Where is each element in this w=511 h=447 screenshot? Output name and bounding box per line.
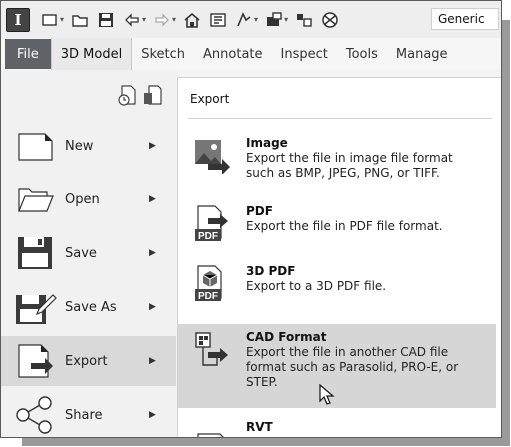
- menu-label-save-as: Save As: [65, 299, 117, 315]
- measure-icon[interactable]: [262, 8, 286, 32]
- menu-label-export: Export: [65, 353, 108, 369]
- menu-label-save: Save: [65, 245, 97, 261]
- project-icon[interactable]: [206, 8, 230, 32]
- open-documents-icon[interactable]: [141, 83, 163, 107]
- tab-file[interactable]: File: [5, 39, 51, 69]
- option-title: 3D PDF: [246, 264, 296, 278]
- save-as-icon: [16, 294, 57, 324]
- new-dropdown-icon[interactable]: ▾: [60, 15, 64, 24]
- ribbon-tabs: File 3D Model Sketch Annotate Inspect To…: [1, 38, 501, 70]
- submenu-arrow-icon: ▶: [149, 194, 156, 204]
- option-description: Export the file in PDF file format.: [246, 219, 443, 233]
- pdf-badge: PDF: [198, 231, 218, 242]
- recent-documents-toggle: [116, 83, 163, 107]
- redo-dropdown-icon[interactable]: ▾: [172, 15, 176, 24]
- option-description: Export the file in another CAD file form…: [246, 345, 459, 389]
- home-icon[interactable]: [180, 8, 204, 32]
- menu-item-share[interactable]: Share ▶: [13, 390, 173, 437]
- new-icon[interactable]: [38, 8, 62, 32]
- tab-tools[interactable]: Tools: [337, 38, 387, 70]
- tab-3d-model[interactable]: 3D Model: [50, 38, 133, 70]
- undo-dropdown-icon[interactable]: ▾: [142, 15, 146, 24]
- menu-item-save-as[interactable]: Save As ▶: [13, 282, 173, 332]
- tab-annotate[interactable]: Annotate: [194, 38, 271, 70]
- menu-item-open[interactable]: Open ▶: [13, 174, 173, 224]
- open-icon[interactable]: [68, 8, 92, 32]
- submenu-arrow-icon: ▶: [149, 356, 156, 366]
- cad-format-icon: [195, 332, 228, 366]
- rvt-icon: [197, 433, 224, 437]
- submenu-arrow-icon: ▶: [149, 248, 156, 258]
- export-option-rvt[interactable]: RVT: [178, 414, 496, 437]
- menu-label-open: Open: [65, 191, 100, 207]
- redo-icon[interactable]: [150, 8, 174, 32]
- save-icon[interactable]: [94, 8, 118, 32]
- option-title: PDF: [246, 204, 273, 218]
- image-export-icon: [195, 140, 230, 174]
- material-icon[interactable]: [318, 8, 342, 32]
- open-folder-icon: [18, 188, 54, 212]
- application-window: I ▾ ▾ ▾ ▾ ▾ Generic File 3D Model Sketch…: [0, 0, 502, 438]
- tab-inspect[interactable]: Inspect: [272, 38, 337, 70]
- measure-dropdown-icon[interactable]: ▾: [284, 15, 288, 24]
- divider: [188, 118, 492, 119]
- share-icon: [16, 396, 52, 434]
- panel-title: Export: [190, 92, 230, 106]
- menu-label-share: Share: [65, 407, 103, 423]
- appearance-dropdown[interactable]: Generic: [431, 8, 499, 30]
- tab-sketch[interactable]: Sketch: [132, 38, 194, 70]
- export-option-3d-pdf[interactable]: PDF 3D PDF Export to a 3D PDF file.: [178, 258, 496, 314]
- export-option-cad-format[interactable]: CAD Format Export the file in another CA…: [178, 324, 496, 408]
- submenu-arrow-icon: ▶: [149, 410, 156, 420]
- menu-item-export[interactable]: Export ▶: [1, 336, 176, 386]
- update-icon[interactable]: [232, 8, 256, 32]
- new-document-icon: [18, 133, 53, 161]
- undo-icon[interactable]: [120, 8, 144, 32]
- export-option-pdf[interactable]: PDF PDF Export the file in PDF file form…: [178, 198, 496, 254]
- floppy-disk-icon: [18, 237, 52, 269]
- menu-label-new: New: [65, 138, 94, 154]
- 3d-pdf-icon: PDF: [195, 265, 222, 302]
- mouse-pointer-icon: [319, 384, 335, 405]
- file-menu: New ▶ Open ▶ Save ▶ Save As ▶ Export ▶ S…: [1, 70, 176, 437]
- menu-item-new[interactable]: New ▶: [13, 121, 173, 171]
- option-title: CAD Format: [246, 330, 327, 344]
- export-option-image[interactable]: Image Export the file in image file form…: [178, 130, 496, 194]
- menu-item-save[interactable]: Save ▶: [13, 228, 173, 278]
- component-icon[interactable]: [292, 8, 316, 32]
- tab-manage[interactable]: Manage: [387, 38, 457, 70]
- pdf-icon: PDF: [195, 205, 228, 242]
- submenu-arrow-icon: ▶: [149, 141, 156, 151]
- quick-access-toolbar: I ▾ ▾ ▾ ▾ ▾ Generic: [1, 1, 501, 38]
- submenu-arrow-icon: ▶: [149, 302, 156, 312]
- app-menu-button[interactable]: I: [6, 7, 30, 32]
- update-dropdown-icon[interactable]: ▾: [254, 15, 258, 24]
- export-panel: Export Image Export the file in image fi…: [177, 77, 501, 437]
- pdf-badge: PDF: [198, 291, 218, 302]
- export-icon: [18, 344, 53, 378]
- option-description: Export to a 3D PDF file.: [246, 279, 387, 293]
- option-title: RVT: [246, 420, 273, 434]
- option-description: Export the file in image file format suc…: [246, 151, 453, 180]
- option-title: Image: [246, 136, 288, 150]
- recent-documents-icon[interactable]: [116, 83, 138, 107]
